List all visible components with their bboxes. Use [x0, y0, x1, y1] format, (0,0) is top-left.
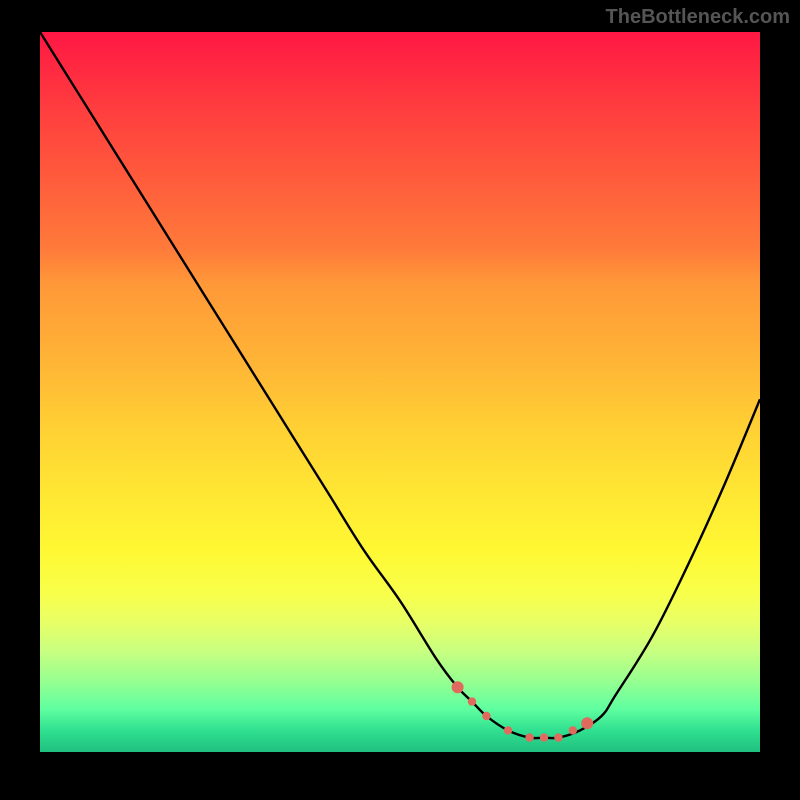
plot-area [40, 32, 760, 752]
curve-svg [40, 32, 760, 752]
chart-container: TheBottleneck.com [0, 0, 800, 800]
bottleneck-curve-path [40, 32, 760, 738]
optimal-marker [452, 681, 464, 693]
watermark-text: TheBottleneck.com [606, 6, 790, 29]
optimal-marker [540, 733, 548, 741]
optimal-marker [525, 733, 533, 741]
optimal-markers [452, 681, 594, 742]
optimal-marker [468, 697, 476, 705]
optimal-marker [569, 726, 577, 734]
optimal-marker [504, 726, 512, 734]
optimal-marker [554, 733, 562, 741]
optimal-marker [482, 712, 490, 720]
optimal-marker [581, 717, 593, 729]
